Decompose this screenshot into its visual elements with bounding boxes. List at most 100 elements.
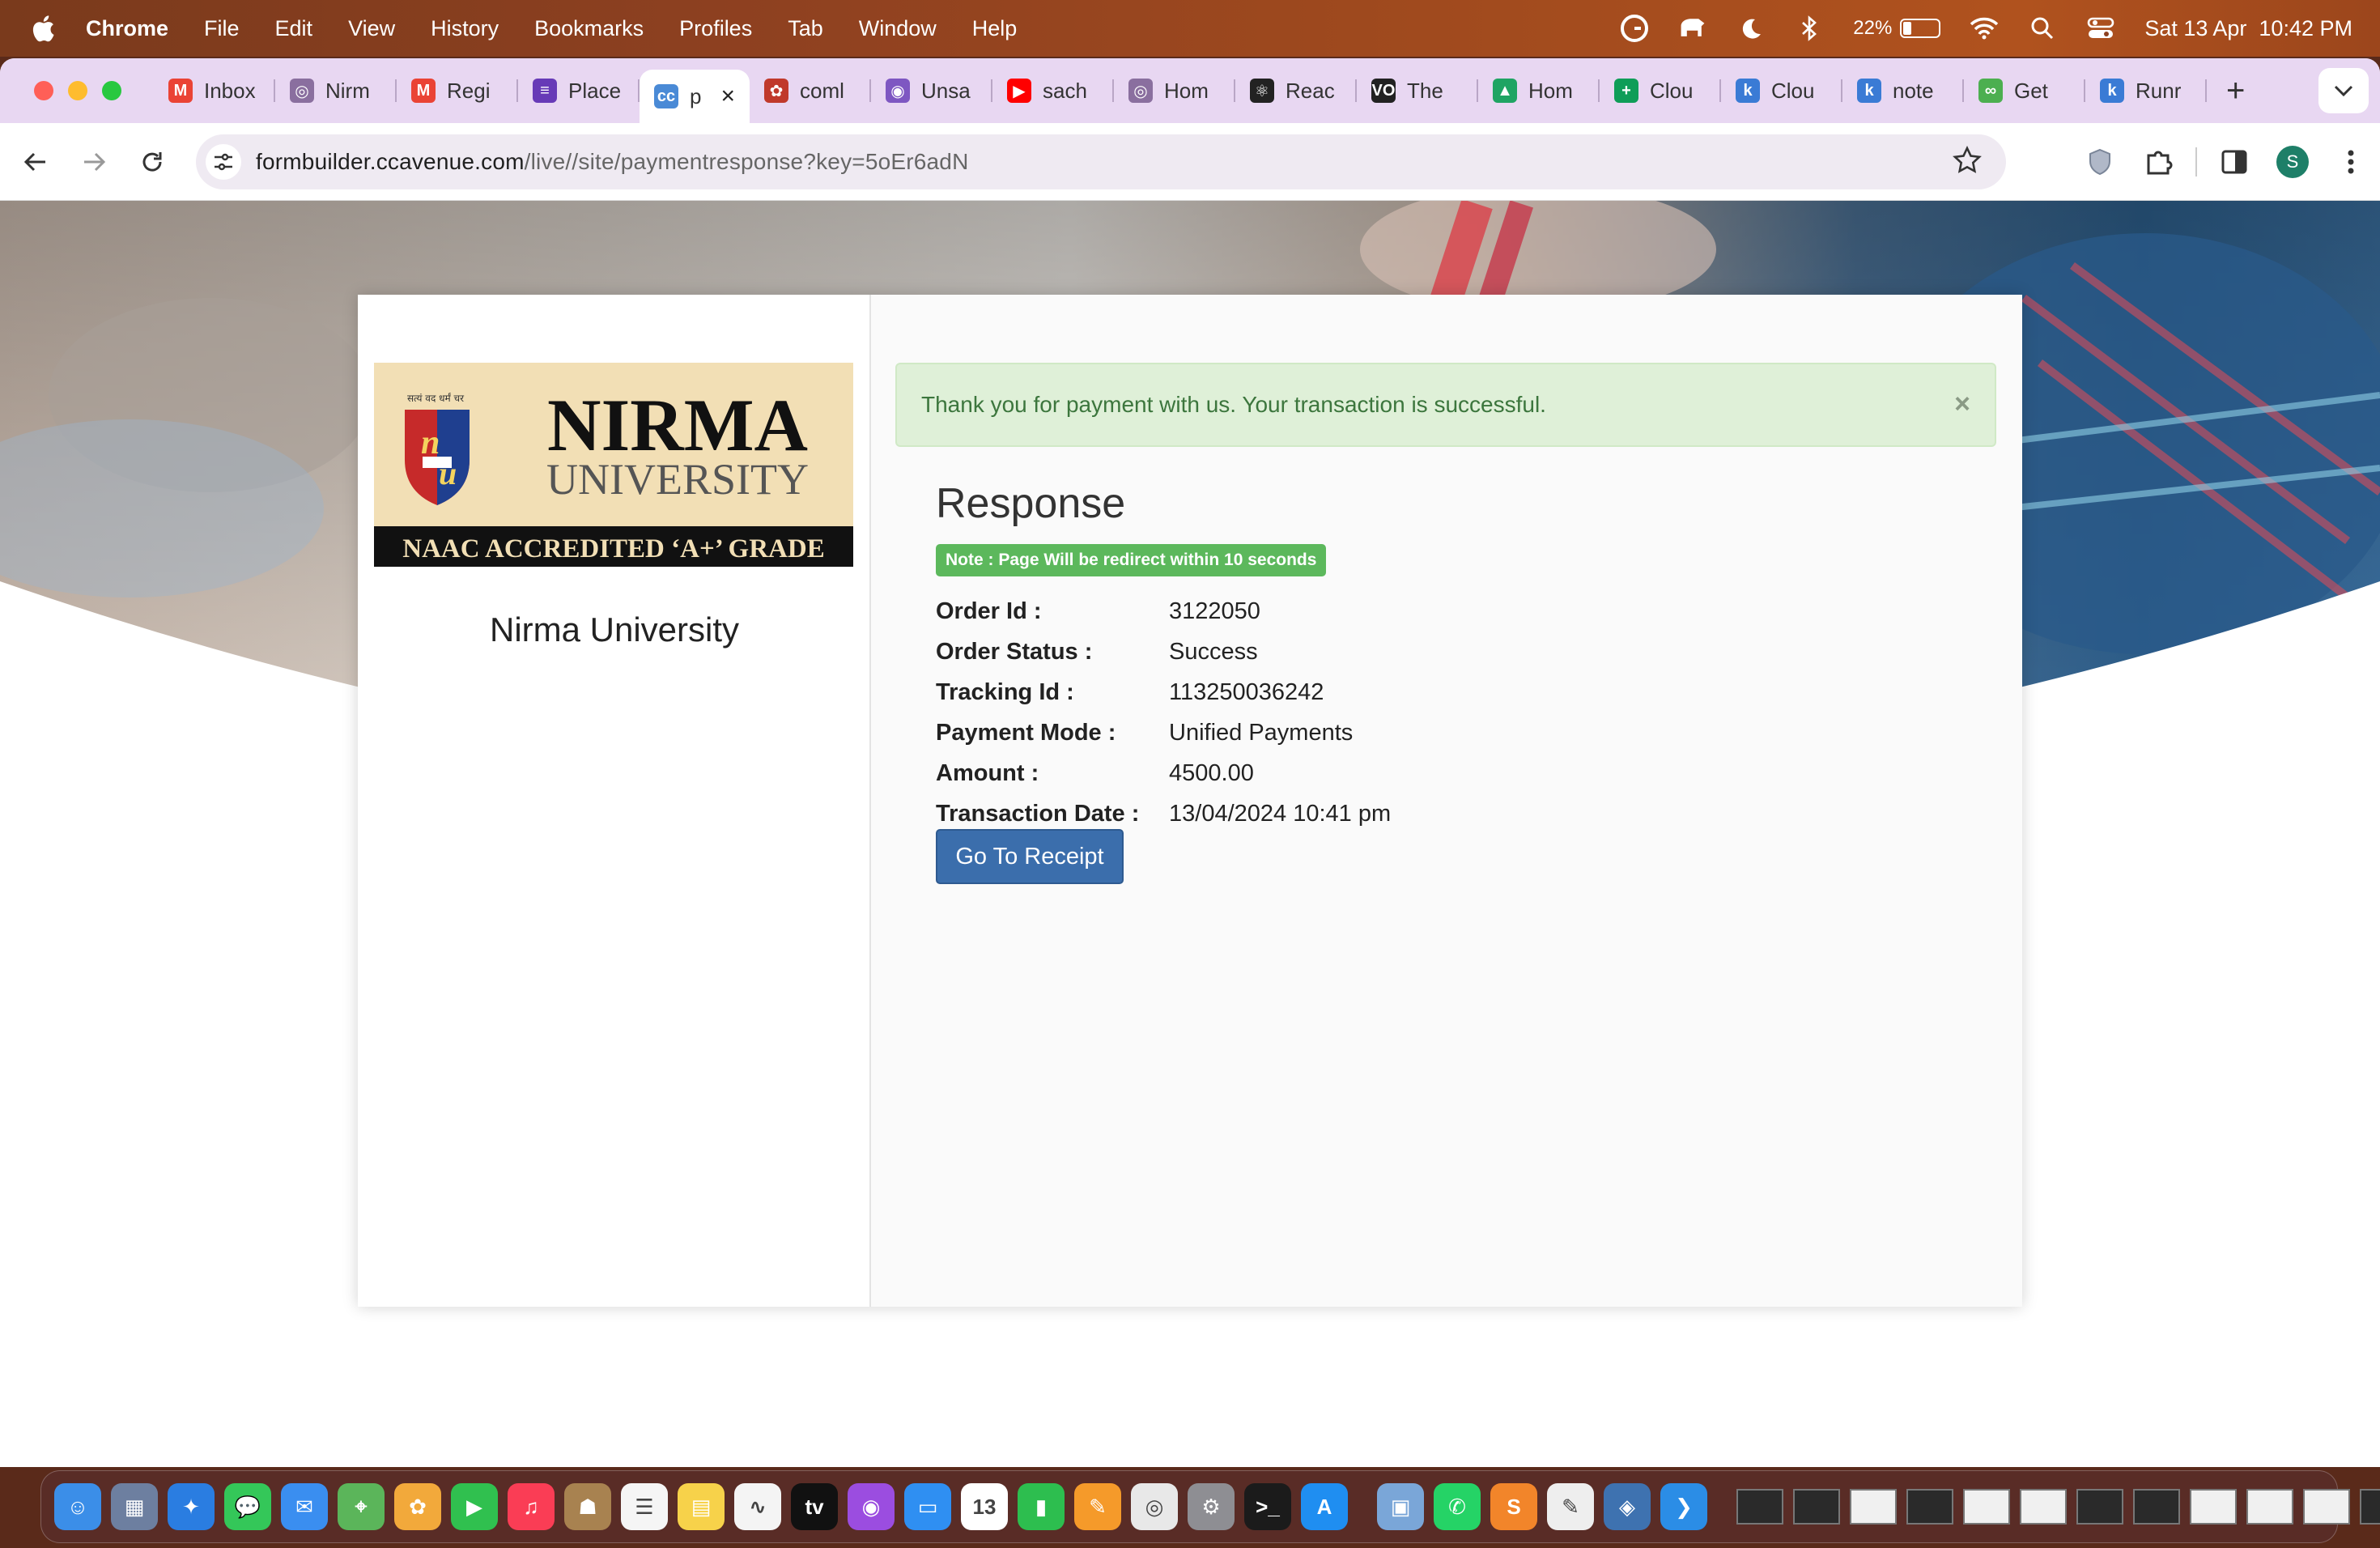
logo-motto-text: सत्यं वद धर्मं चर	[407, 393, 465, 404]
dock-freeform-icon[interactable]: ∿	[734, 1483, 781, 1530]
dock-safari-icon[interactable]: ✦	[168, 1483, 215, 1530]
zoom-window-button[interactable]	[102, 81, 121, 100]
new-tab-button[interactable]: +	[2226, 73, 2245, 109]
menu-help[interactable]: Help	[972, 16, 1018, 41]
browser-tab[interactable]: M Inbox	[154, 68, 275, 113]
bluetooth-icon[interactable]	[1795, 14, 1824, 43]
dock-contacts-icon[interactable]: ☗	[564, 1483, 611, 1530]
dock-facetime-icon[interactable]: ▶	[451, 1483, 498, 1530]
side-panel-icon[interactable]	[2205, 150, 2263, 174]
menu-file[interactable]: File	[204, 16, 240, 41]
dock-system-settings-icon[interactable]: ⚙	[1188, 1483, 1235, 1530]
menu-edit[interactable]: Edit	[275, 16, 313, 41]
dock-keynote-icon[interactable]: ▭	[904, 1483, 951, 1530]
menu-tab[interactable]: Tab	[788, 16, 823, 41]
url-text[interactable]: formbuilder.ccavenue.com/live//site/paym…	[256, 149, 969, 175]
browser-tab[interactable]: VO The	[1357, 68, 1478, 113]
dock-mail-icon[interactable]: ✉	[281, 1483, 328, 1530]
dock-minimized-window-thumbnail[interactable]	[1906, 1489, 1953, 1525]
dock-minimized-window-thumbnail[interactable]	[1963, 1489, 2010, 1525]
tab-search-button[interactable]	[2318, 68, 2369, 113]
dock-minimized-window-thumbnail[interactable]	[2076, 1489, 2123, 1525]
browser-tab[interactable]: ◎ Nirm	[275, 68, 397, 113]
dock-sublime-text-icon[interactable]: S	[1490, 1483, 1537, 1530]
dock-textedit-icon[interactable]: ✎	[1547, 1483, 1594, 1530]
browser-tab[interactable]: M Regi	[397, 68, 518, 113]
browser-tab[interactable]: ▶ sach	[992, 68, 1114, 113]
dock-minimized-window-thumbnail[interactable]	[1736, 1489, 1783, 1525]
dock-whatsapp-icon[interactable]: ✆	[1434, 1483, 1481, 1530]
dock-minimized-window-thumbnail[interactable]	[2246, 1489, 2293, 1525]
menu-history[interactable]: History	[431, 16, 499, 41]
dock-reminders-icon[interactable]: ☰	[621, 1483, 668, 1530]
browser-tab[interactable]: ◉ Unsa	[871, 68, 992, 113]
browser-tab[interactable]: cc p ×	[640, 70, 750, 123]
dock-numbers-icon[interactable]: ▮	[1018, 1483, 1065, 1530]
minimize-window-button[interactable]	[68, 81, 87, 100]
menu-profiles[interactable]: Profiles	[679, 16, 752, 41]
dock-minimized-window-thumbnail[interactable]	[2020, 1489, 2067, 1525]
menu-bookmarks[interactable]: Bookmarks	[534, 16, 644, 41]
dock-preview-icon[interactable]: ▣	[1377, 1483, 1424, 1530]
back-button[interactable]	[11, 138, 60, 186]
dock-minimized-window-thumbnail[interactable]	[2190, 1489, 2237, 1525]
dock-maps-icon[interactable]: ⌖	[338, 1483, 385, 1530]
dock-vscode-icon[interactable]: ❯	[1660, 1483, 1707, 1530]
browser-tab[interactable]: k Runr	[2085, 68, 2207, 113]
dock-finder-icon[interactable]: ☺	[54, 1483, 101, 1530]
go-to-receipt-button[interactable]: Go To Receipt	[936, 829, 1124, 884]
dock-minimized-window-thumbnail[interactable]	[1793, 1489, 1840, 1525]
extensions-puzzle-icon[interactable]	[2129, 147, 2187, 176]
dock-notes-icon[interactable]: ▤	[678, 1483, 725, 1530]
site-info-icon[interactable]	[206, 144, 241, 180]
close-tab-icon[interactable]: ×	[720, 83, 735, 110]
wifi-icon[interactable]	[1970, 14, 1999, 43]
dock-minimized-window-thumbnail[interactable]	[2360, 1489, 2380, 1525]
dock-minimized-window-thumbnail[interactable]	[2303, 1489, 2350, 1525]
battery-indicator[interactable]: 22%	[1853, 17, 1941, 40]
page-viewport: NAAC ACCREDITED ‘A+’ GRADE सत्यं वद धर्म…	[0, 201, 2380, 1467]
menu-clock[interactable]: Sat 13 Apr 10:42 PM	[2144, 16, 2352, 41]
browser-tab[interactable]: + Clou	[1600, 68, 1721, 113]
dock-music-icon[interactable]: ♫	[508, 1483, 555, 1530]
apple-menu-icon[interactable]	[31, 12, 58, 45]
dock-photos-icon[interactable]: ✿	[394, 1483, 441, 1530]
browser-tab[interactable]: k note	[1842, 68, 1964, 113]
dock-messages-icon[interactable]: 💬	[224, 1483, 271, 1530]
dock-tv-icon[interactable]: tv	[791, 1483, 838, 1530]
reload-button[interactable]	[128, 138, 176, 186]
forward-button[interactable]	[70, 138, 118, 186]
profile-avatar[interactable]: S	[2263, 146, 2322, 178]
close-window-button[interactable]	[34, 81, 53, 100]
control-center-icon[interactable]	[2086, 14, 2115, 43]
menu-app-name[interactable]: Chrome	[86, 16, 168, 41]
browser-tab[interactable]: ⚛ Reac	[1235, 68, 1357, 113]
grammarly-icon[interactable]	[1620, 14, 1649, 43]
dock-podcasts-icon[interactable]: ◉	[848, 1483, 895, 1530]
tableplus-icon[interactable]	[1678, 14, 1707, 43]
browser-tab[interactable]: ▲ Hom	[1478, 68, 1600, 113]
dock-minimized-window-thumbnail[interactable]	[2133, 1489, 2180, 1525]
privacy-badger-icon[interactable]	[2071, 148, 2129, 176]
browser-tab[interactable]: ∞ Get	[1964, 68, 2085, 113]
browser-tab[interactable]: ✿ coml	[750, 68, 871, 113]
dock-terminal-icon[interactable]: >_	[1244, 1483, 1291, 1530]
browser-tab[interactable]: ≡ Place	[518, 68, 640, 113]
alert-close-icon[interactable]: ×	[1954, 389, 1970, 420]
browser-tab[interactable]: ◎ Hom	[1114, 68, 1235, 113]
dock-chrome-icon[interactable]: ◎	[1131, 1483, 1178, 1530]
moon-icon[interactable]	[1736, 14, 1766, 43]
dock-calendar-icon[interactable]: 13	[961, 1483, 1008, 1530]
dock-pages-icon[interactable]: ✎	[1074, 1483, 1121, 1530]
dock-app-store-icon[interactable]: A	[1301, 1483, 1348, 1530]
spotlight-search-icon[interactable]	[2028, 14, 2057, 43]
dock-mysql-workbench-icon[interactable]: ◈	[1604, 1483, 1651, 1530]
menu-window[interactable]: Window	[859, 16, 937, 41]
chrome-menu-icon[interactable]	[2322, 149, 2380, 175]
menu-view[interactable]: View	[348, 16, 395, 41]
dock-launchpad-icon[interactable]: ▦	[111, 1483, 158, 1530]
browser-tab[interactable]: k Clou	[1721, 68, 1842, 113]
bookmark-star-icon[interactable]	[1953, 145, 1982, 179]
address-bar[interactable]: formbuilder.ccavenue.com/live//site/paym…	[196, 134, 2006, 189]
dock-minimized-window-thumbnail[interactable]	[1850, 1489, 1897, 1525]
